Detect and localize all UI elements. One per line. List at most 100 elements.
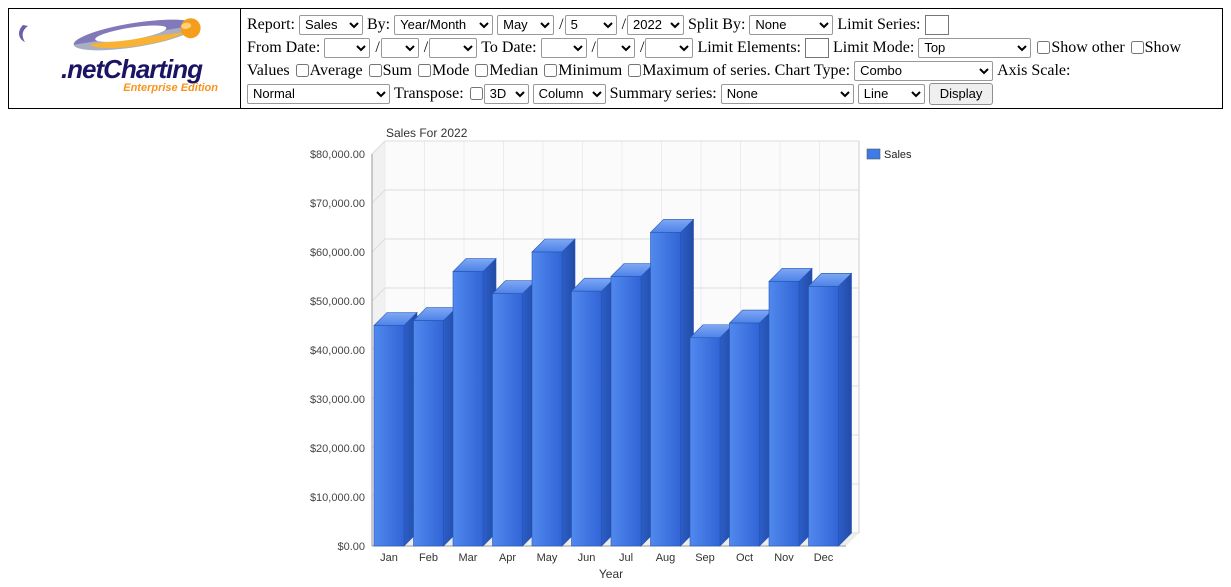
mode-label: Mode [432, 62, 469, 80]
bar-side-face [839, 273, 852, 546]
minimum-checkbox[interactable] [544, 64, 557, 77]
from-date-label: From Date: [247, 39, 320, 57]
y-axis-tick-label: $10,000.00 [310, 492, 365, 504]
axis-scale-select[interactable]: Normal [247, 84, 390, 104]
toolbar-row-3: Values Average Sum Mode Median Minimum M… [247, 59, 1216, 82]
summary-series-label: Summary series: [610, 85, 717, 103]
transpose-checkbox[interactable] [470, 87, 483, 100]
from-month-select[interactable] [324, 38, 370, 58]
slash-separator: / [559, 16, 563, 34]
limit-elements-input[interactable] [805, 38, 829, 58]
toolbar-row-1: Report: Sales By: Year/Month May / 5 / 2… [247, 13, 1216, 36]
bar [809, 286, 839, 546]
x-axis-tick-label: Apr [499, 552, 516, 564]
y-axis-tick-label: $20,000.00 [310, 443, 365, 455]
transpose-label: Transpose: [394, 85, 464, 103]
bar [769, 281, 799, 546]
y-axis-tick-label: $30,000.00 [310, 394, 365, 406]
median-checkbox[interactable] [475, 64, 488, 77]
summary-series-select[interactable]: None [721, 84, 854, 104]
legend-label: Sales [884, 149, 912, 161]
limit-mode-label: Limit Mode: [833, 39, 914, 57]
slash-separator: / [640, 39, 644, 57]
limit-series-label: Limit Series: [837, 16, 920, 34]
x-axis-tick-label: Nov [774, 552, 794, 564]
from-year-select[interactable] [429, 38, 477, 58]
series-type-select[interactable]: Column [533, 84, 606, 104]
x-axis-tick-label: Jan [380, 552, 398, 564]
chart-type-label: Chart Type: [775, 62, 850, 80]
chart-type-select[interactable]: Combo [854, 61, 993, 81]
bar [493, 294, 523, 546]
x-axis-tick-label: Jun [578, 552, 596, 564]
maximum-checkbox[interactable] [628, 64, 641, 77]
page: .netCharting Enterprise Edition Report: … [0, 0, 1231, 587]
slash-separator: / [622, 16, 626, 34]
by-select[interactable]: Year/Month [394, 15, 493, 35]
x-axis-tick-label: Dec [814, 552, 834, 564]
average-checkbox[interactable] [296, 64, 309, 77]
maximum-label: Maximum of series. [642, 62, 770, 80]
logo-swoosh-icon [15, 13, 231, 55]
median-label: Median [489, 62, 538, 80]
year-select[interactable]: 2022 [627, 15, 684, 35]
bar [611, 277, 641, 547]
axis-scale-label: Axis Scale: [997, 62, 1070, 80]
bar [690, 338, 720, 546]
day-select[interactable]: 5 [565, 15, 617, 35]
display-button[interactable]: Display [929, 83, 994, 105]
y-axis-tick-label: $50,000.00 [310, 296, 365, 308]
show-values-checkbox[interactable] [1131, 41, 1144, 54]
bar [414, 321, 444, 546]
show-other-checkbox[interactable] [1037, 41, 1050, 54]
bar [651, 232, 681, 546]
x-axis-tick-label: May [537, 552, 558, 564]
slash-separator: / [592, 39, 596, 57]
bar [374, 326, 404, 547]
y-axis-tick-label: $40,000.00 [310, 345, 365, 357]
chart-area: $0.00 $10,000.00 $20,000.00 $30,000.00 $40,0… [300, 121, 1223, 587]
legend-swatch [867, 149, 880, 159]
slash-separator: / [424, 39, 428, 57]
limit-series-input[interactable] [925, 15, 949, 35]
dimension-select[interactable]: 3D [484, 84, 529, 104]
report-controls: Report: Sales By: Year/Month May / 5 / 2… [241, 9, 1222, 108]
sum-label: Sum [383, 62, 412, 80]
show-values-label: Show [1145, 39, 1181, 57]
x-axis-tick-label: Jul [619, 552, 633, 564]
bar [572, 291, 602, 546]
y-axis-tick-label: $60,000.00 [310, 247, 365, 259]
report-label: Report: [247, 16, 295, 34]
split-by-select[interactable]: None [749, 15, 833, 35]
limit-mode-select[interactable]: Top [918, 38, 1031, 58]
average-label: Average [310, 62, 363, 80]
sales-chart: $0.00 $10,000.00 $20,000.00 $30,000.00 $40,0… [300, 121, 920, 583]
to-day-select[interactable] [597, 38, 635, 58]
show-other-label: Show other [1051, 39, 1124, 57]
limit-elements-label: Limit Elements: [697, 39, 801, 57]
toolbar-row-2: From Date: / / To Date: / / Limit Elemen… [247, 36, 1216, 59]
sum-checkbox[interactable] [369, 64, 382, 77]
report-select[interactable]: Sales [299, 15, 363, 35]
to-year-select[interactable] [645, 38, 693, 58]
mode-checkbox[interactable] [418, 64, 431, 77]
y-axis-tick-label: $0.00 [337, 541, 365, 553]
split-by-label: Split By: [688, 16, 745, 34]
bar [532, 252, 562, 546]
month-select[interactable]: May [497, 15, 554, 35]
x-axis-tick-label: Mar [459, 552, 478, 564]
summary-type-select[interactable]: Line [858, 84, 925, 104]
y-axis-tick-label: $70,000.00 [310, 198, 365, 210]
bar [453, 272, 483, 546]
from-day-select[interactable] [381, 38, 419, 58]
chart-title: Sales For 2022 [386, 126, 468, 140]
x-axis-title: Year [599, 567, 623, 581]
to-month-select[interactable] [541, 38, 587, 58]
to-date-label: To Date: [481, 39, 536, 57]
brand-name: .netCharting [15, 56, 234, 82]
toolbar-panel: .netCharting Enterprise Edition Report: … [8, 8, 1223, 109]
x-axis-tick-label: Oct [736, 552, 753, 564]
x-axis-tick-label: Feb [419, 552, 438, 564]
minimum-label: Minimum [558, 62, 622, 80]
x-axis-tick-label: Sep [695, 552, 715, 564]
